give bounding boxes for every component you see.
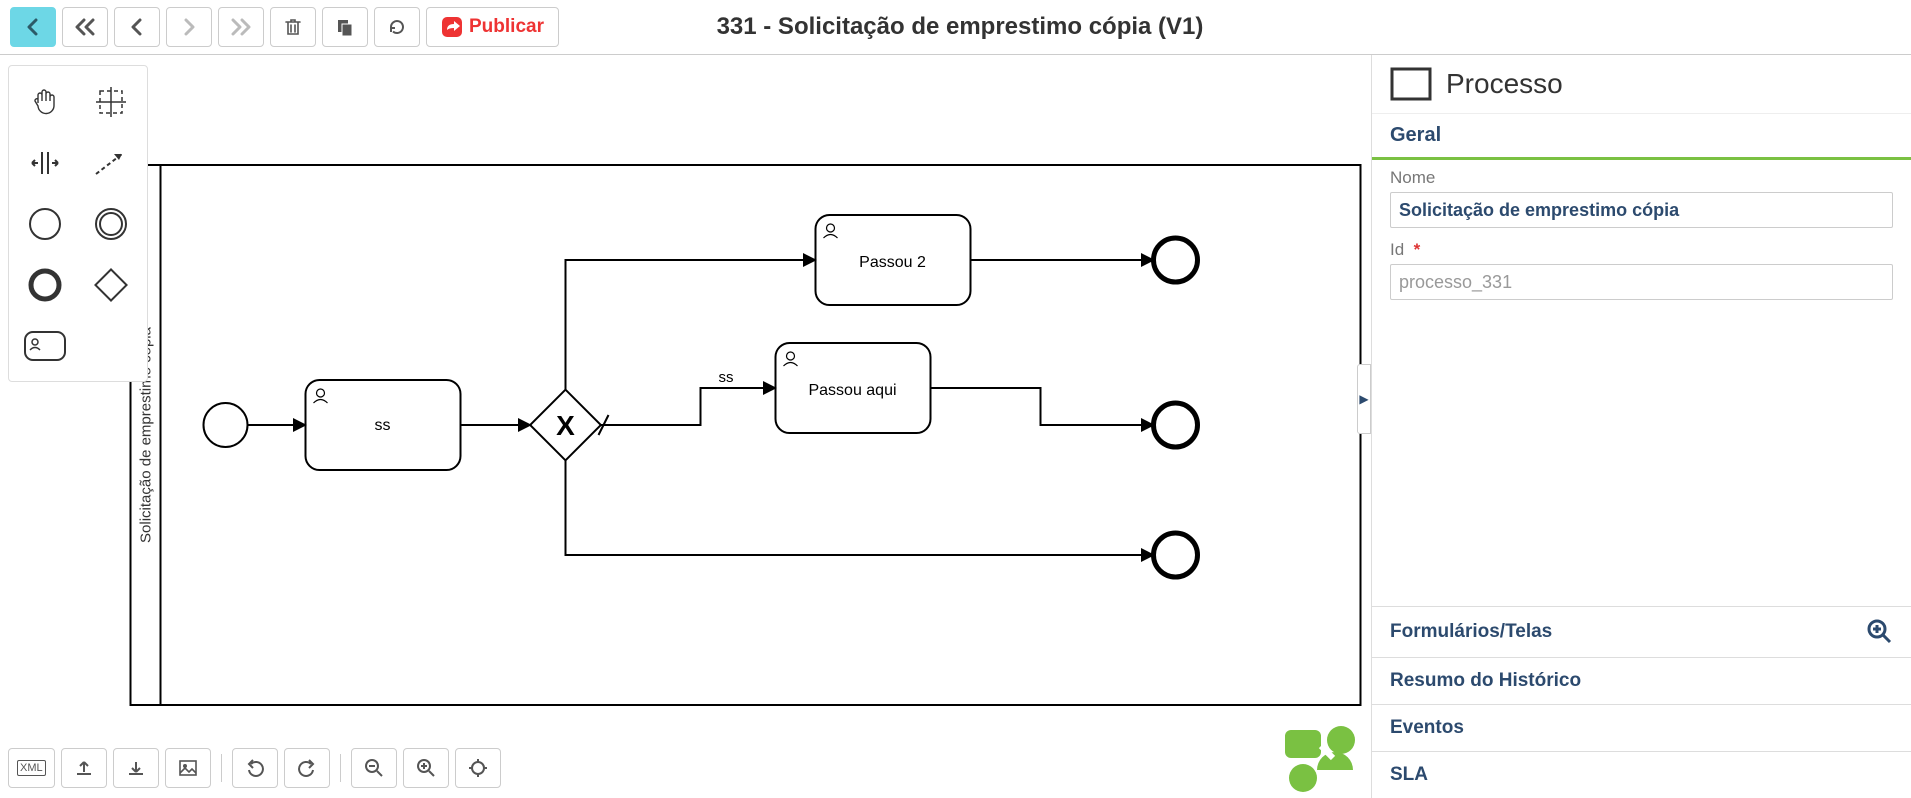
undo-icon bbox=[245, 758, 265, 778]
start-event[interactable] bbox=[204, 403, 248, 447]
zoom-out-button[interactable] bbox=[351, 748, 397, 788]
id-input[interactable] bbox=[1390, 264, 1893, 300]
bottom-toolbar: XML bbox=[8, 748, 501, 788]
section-forms[interactable]: Formulários/Telas bbox=[1372, 606, 1911, 657]
refresh-button[interactable] bbox=[374, 7, 420, 47]
name-input[interactable] bbox=[1390, 192, 1893, 228]
hand-icon bbox=[28, 85, 62, 119]
exclusive-gateway[interactable]: X bbox=[530, 390, 601, 461]
intermediate-event-tool[interactable] bbox=[83, 196, 139, 251]
publish-label: Publicar bbox=[469, 16, 544, 38]
image-export-button[interactable] bbox=[165, 748, 211, 788]
zoom-in-icon bbox=[1867, 619, 1893, 645]
image-icon bbox=[178, 758, 198, 778]
section-events[interactable]: Eventos bbox=[1372, 704, 1911, 751]
first-button[interactable] bbox=[62, 7, 108, 47]
refresh-icon bbox=[387, 17, 407, 37]
task-ss-label: ss bbox=[375, 417, 391, 434]
properties-panel: Processo Geral Nome Id * Formulários/Tel… bbox=[1371, 55, 1911, 798]
name-label: Nome bbox=[1390, 168, 1893, 188]
connect-icon bbox=[92, 146, 130, 180]
page-title: 331 - Solicitação de emprestimo cópia (V… bbox=[565, 13, 1355, 41]
panel-collapse-toggle[interactable]: ▶ bbox=[1357, 364, 1371, 434]
task-ss[interactable]: ss bbox=[306, 380, 461, 470]
target-icon bbox=[468, 758, 488, 778]
bpmn-diagram: Solicitação de emprestimo cópia ss X Pas… bbox=[0, 55, 1371, 798]
chevron-left-icon bbox=[128, 18, 146, 36]
share-arrow-icon bbox=[441, 16, 463, 38]
next-button[interactable] bbox=[166, 7, 212, 47]
user-task-icon bbox=[23, 330, 67, 362]
copy-icon bbox=[335, 17, 355, 37]
zoom-in-button[interactable] bbox=[403, 748, 449, 788]
download-button[interactable] bbox=[113, 748, 159, 788]
redo-button[interactable] bbox=[284, 748, 330, 788]
user-task-tool[interactable] bbox=[17, 318, 73, 373]
last-button[interactable] bbox=[218, 7, 264, 47]
zoom-out-icon bbox=[364, 758, 384, 778]
space-tool[interactable] bbox=[17, 135, 73, 190]
task-passou-2[interactable]: Passou 2 bbox=[816, 215, 971, 305]
chevron-left-icon bbox=[24, 18, 42, 36]
section-sla[interactable]: SLA bbox=[1372, 751, 1911, 798]
edge-label-ss: ss bbox=[719, 369, 734, 386]
space-icon bbox=[28, 146, 62, 180]
task-passou-2-label: Passou 2 bbox=[859, 254, 926, 271]
lasso-icon bbox=[94, 85, 128, 119]
download-icon bbox=[126, 758, 146, 778]
task-passou-aqui-label: Passou aqui bbox=[808, 382, 896, 399]
publish-button[interactable]: Publicar bbox=[426, 7, 559, 47]
xml-button[interactable]: XML bbox=[8, 748, 55, 788]
end-event-tool[interactable] bbox=[17, 257, 73, 312]
double-chevron-left-icon bbox=[74, 18, 96, 36]
section-general: Geral bbox=[1372, 114, 1911, 160]
id-label: Id * bbox=[1390, 240, 1893, 260]
end-event-1[interactable] bbox=[1154, 238, 1198, 282]
start-event-icon bbox=[27, 206, 63, 242]
task-passou-aqui[interactable]: Passou aqui bbox=[776, 343, 931, 433]
chevron-right-icon bbox=[180, 18, 198, 36]
zoom-in-icon bbox=[416, 758, 436, 778]
section-history[interactable]: Resumo do Histórico bbox=[1372, 657, 1911, 704]
lasso-tool[interactable] bbox=[83, 74, 139, 129]
upload-icon bbox=[74, 758, 94, 778]
top-toolbar: Publicar 331 - Solicitação de emprestimo… bbox=[0, 0, 1911, 55]
gateway-icon bbox=[93, 267, 129, 303]
end-event-icon bbox=[27, 267, 63, 303]
svg-text:X: X bbox=[556, 410, 575, 441]
connect-tool[interactable] bbox=[83, 135, 139, 190]
copy-button[interactable] bbox=[322, 7, 368, 47]
end-event-2[interactable] bbox=[1154, 403, 1198, 447]
zoom-fit-button[interactable] bbox=[455, 748, 501, 788]
hand-tool[interactable] bbox=[17, 74, 73, 129]
end-event-3[interactable] bbox=[1154, 533, 1198, 577]
trash-icon bbox=[283, 17, 303, 37]
panel-type-label: Processo bbox=[1446, 68, 1563, 100]
process-icon bbox=[1390, 67, 1432, 101]
start-event-tool[interactable] bbox=[17, 196, 73, 251]
intermediate-event-icon bbox=[93, 206, 129, 242]
back-button[interactable] bbox=[10, 7, 56, 47]
delete-button[interactable] bbox=[270, 7, 316, 47]
double-chevron-right-icon bbox=[230, 18, 252, 36]
prev-button[interactable] bbox=[114, 7, 160, 47]
upload-button[interactable] bbox=[61, 748, 107, 788]
panel-header: Processo bbox=[1372, 55, 1911, 114]
bpmn-io-logo bbox=[1277, 722, 1367, 794]
xml-icon: XML bbox=[17, 760, 46, 776]
undo-button[interactable] bbox=[232, 748, 278, 788]
tool-palette bbox=[8, 65, 148, 382]
diagram-canvas[interactable]: XML Solicitação de emprestimo cópia bbox=[0, 55, 1371, 798]
redo-icon bbox=[297, 758, 317, 778]
gateway-tool[interactable] bbox=[83, 257, 139, 312]
